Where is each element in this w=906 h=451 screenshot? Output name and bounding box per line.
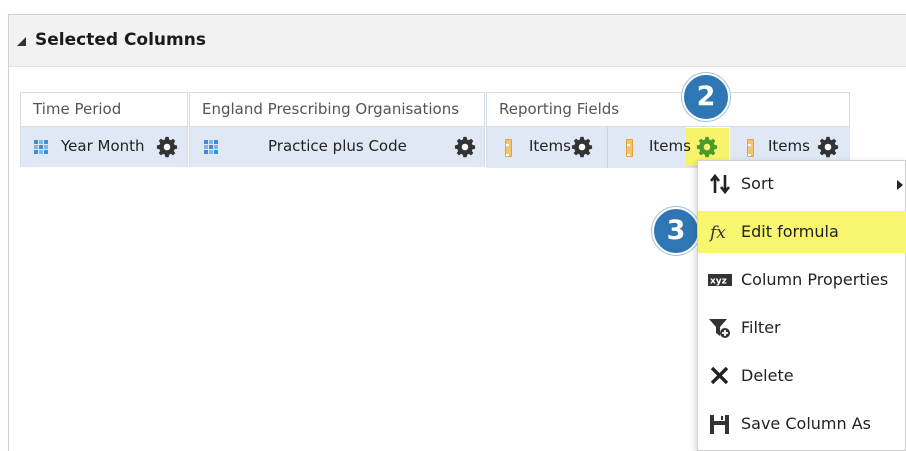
section-header[interactable]: Selected Columns xyxy=(9,15,906,67)
column-year-month[interactable]: Year Month xyxy=(21,127,188,168)
menu-label: Delete xyxy=(741,366,794,385)
svg-text:fx: fx xyxy=(708,223,726,243)
filter-icon xyxy=(709,319,730,338)
gear-icon-active[interactable] xyxy=(696,136,718,158)
column-label: Items xyxy=(768,137,810,155)
column-row: Year Month xyxy=(21,126,187,167)
column-label: Items xyxy=(649,137,691,155)
column-label: Items xyxy=(529,137,571,155)
collapse-triangle-icon[interactable] xyxy=(17,37,26,46)
column-practice-plus-code[interactable]: Practice plus Code xyxy=(190,127,485,168)
column-label: Year Month xyxy=(61,137,145,155)
menu-label: Edit formula xyxy=(741,222,839,241)
menu-label: Filter xyxy=(741,318,781,337)
column-group-reporting-fields: Reporting Fields Items Items Items xyxy=(486,92,850,168)
group-title: Time Period xyxy=(21,93,187,126)
fx-icon: fx xyxy=(708,223,726,243)
measure-ruler-icon xyxy=(505,139,512,157)
gear-icon[interactable] xyxy=(454,136,476,158)
step-badge-3: 3 xyxy=(652,207,700,255)
column-items-1[interactable]: Items xyxy=(487,127,608,168)
gear-icon[interactable] xyxy=(156,136,178,158)
step-badge-2: 2 xyxy=(682,73,730,121)
menu-item-filter[interactable]: Filter xyxy=(698,307,906,349)
column-group-england-prescribing-organisations: England Prescribing Organisations Practi… xyxy=(189,92,485,167)
column-group-time-period: Time Period Year Month xyxy=(20,92,188,167)
menu-item-column-properties[interactable]: xyz Column Properties xyxy=(698,259,906,301)
menu-item-sort[interactable]: Sort xyxy=(698,163,906,205)
submenu-arrow-icon xyxy=(897,180,903,190)
column-items-2[interactable]: Items xyxy=(608,127,691,168)
menu-label: Save Column As xyxy=(741,414,871,433)
sort-icon xyxy=(709,173,731,195)
menu-label: Sort xyxy=(741,174,774,193)
gear-icon[interactable] xyxy=(571,136,593,158)
column-context-menu: Sort fx Edit formula xyz Column Properti… xyxy=(697,160,906,451)
column-label: Practice plus Code xyxy=(268,137,407,155)
group-title: Reporting Fields xyxy=(487,93,849,126)
attribute-grid-icon xyxy=(204,140,219,155)
group-title: England Prescribing Organisations xyxy=(190,93,484,126)
menu-item-delete[interactable]: Delete xyxy=(698,355,906,397)
gear-icon[interactable] xyxy=(817,136,839,158)
column-row: Practice plus Code xyxy=(190,126,484,167)
save-icon xyxy=(710,415,729,434)
measure-ruler-icon xyxy=(626,139,633,157)
attribute-grid-icon xyxy=(34,140,49,155)
menu-item-edit-formula[interactable]: fx Edit formula xyxy=(698,211,906,253)
menu-item-save-column-as[interactable]: Save Column As xyxy=(698,403,906,445)
xyz-icon: xyz xyxy=(708,274,732,287)
section-title: Selected Columns xyxy=(35,30,206,50)
measure-ruler-icon xyxy=(747,139,754,157)
menu-label: Column Properties xyxy=(741,270,889,289)
svg-text:xyz: xyz xyxy=(710,277,727,287)
delete-x-icon xyxy=(710,366,729,385)
